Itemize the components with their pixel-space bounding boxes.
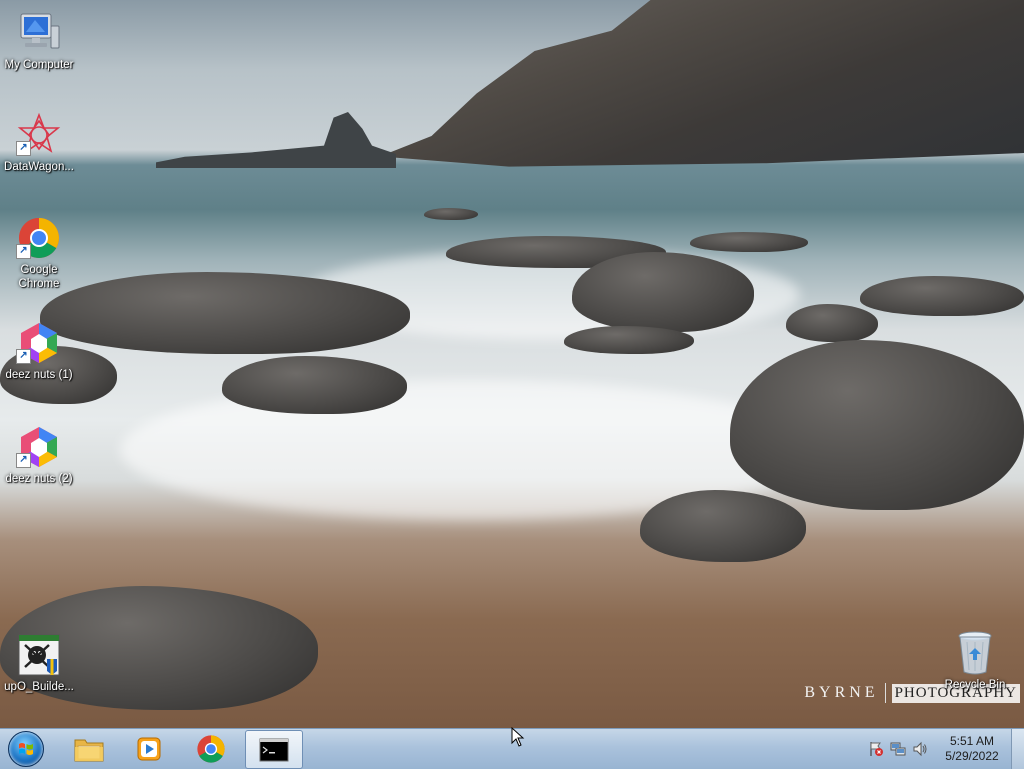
wallpaper-rock xyxy=(640,490,806,562)
desktop-icon-datawagon[interactable]: ↗ DataWagon... xyxy=(0,112,78,174)
wallpaper-rock xyxy=(572,252,754,332)
media-player-icon xyxy=(137,737,161,760)
start-button[interactable] xyxy=(4,731,48,767)
wallpaper-cliff xyxy=(380,0,1024,167)
clock-time: 5:51 AM xyxy=(949,734,995,748)
desktop-icon-label: DataWagon... xyxy=(4,161,74,173)
desktop-icon-label: Recycle Bin xyxy=(944,679,1006,691)
shortcut-arrow-icon: ↗ xyxy=(16,453,31,468)
desktop-icon-label: deez nuts (1) xyxy=(5,369,73,381)
taskbar-clock[interactable]: 5:51 AM 5/29/2022 xyxy=(934,734,1010,764)
show-desktop-button[interactable] xyxy=(1011,729,1024,769)
app-icon: ↗ xyxy=(16,424,62,470)
start-orb-icon xyxy=(8,731,44,767)
watermark-byrne: BYRNE xyxy=(804,684,879,701)
desktop-icon-google-chrome[interactable]: ↗ Google Chrome xyxy=(0,215,78,291)
datawagon-icon: ↗ xyxy=(16,112,62,158)
wallpaper-rock xyxy=(424,208,478,220)
desktop-icon-deez-nuts-2[interactable]: ↗ deez nuts (2) xyxy=(0,424,78,486)
mouse-cursor-icon xyxy=(511,727,525,747)
shortcut-arrow-icon: ↗ xyxy=(16,349,31,364)
wallpaper-rock xyxy=(564,326,694,354)
desktop-icon-recycle-bin[interactable]: Recycle Bin xyxy=(936,630,1014,692)
desktop-icon-label: deez nuts (2) xyxy=(5,473,73,485)
wallpaper-rock xyxy=(860,276,1024,316)
wallpaper-headland xyxy=(156,112,396,168)
chrome-icon xyxy=(197,734,225,763)
folder-icon xyxy=(74,739,104,761)
desktop-icon-upo-builder[interactable]: upO_Builde... xyxy=(0,632,78,694)
desktop-icon-label: Google Chrome xyxy=(18,264,60,290)
wallpaper-rock xyxy=(222,356,407,414)
builder-icon xyxy=(16,632,62,678)
taskbar-media-player[interactable] xyxy=(120,730,178,767)
cmd-icon xyxy=(259,738,289,761)
shortcut-arrow-icon: ↗ xyxy=(16,244,31,259)
recycle-bin-icon xyxy=(952,630,998,676)
shortcut-arrow-icon: ↗ xyxy=(16,141,31,156)
app-icon: ↗ xyxy=(16,320,62,366)
volume-icon[interactable] xyxy=(912,741,928,757)
taskbar-command-prompt[interactable] xyxy=(245,730,303,769)
network-icon[interactable] xyxy=(890,741,906,757)
taskbar-chrome[interactable] xyxy=(182,730,240,767)
desktop-wallpaper: BYRNE PHOTOGRAPHY xyxy=(0,0,1024,728)
taskbar-file-explorer[interactable] xyxy=(60,730,118,767)
action-center-flag-icon[interactable] xyxy=(868,741,884,757)
desktop-icon-label: My Computer xyxy=(4,59,74,71)
chrome-icon: ↗ xyxy=(16,215,62,261)
watermark-divider xyxy=(884,683,886,703)
wallpaper-rock xyxy=(786,304,878,342)
desktop-icon-label: upO_Builde... xyxy=(4,681,74,693)
computer-icon xyxy=(16,10,62,56)
wallpaper-rock xyxy=(40,272,410,354)
desktop-icon-my-computer[interactable]: My Computer xyxy=(0,10,78,72)
system-tray: 5:51 AM 5/29/2022 xyxy=(868,729,1010,769)
desktop-icon-deez-nuts-1[interactable]: ↗ deez nuts (1) xyxy=(0,320,78,382)
wallpaper-rock xyxy=(730,340,1024,510)
wallpaper-rock xyxy=(690,232,808,252)
clock-date: 5/29/2022 xyxy=(945,749,999,763)
